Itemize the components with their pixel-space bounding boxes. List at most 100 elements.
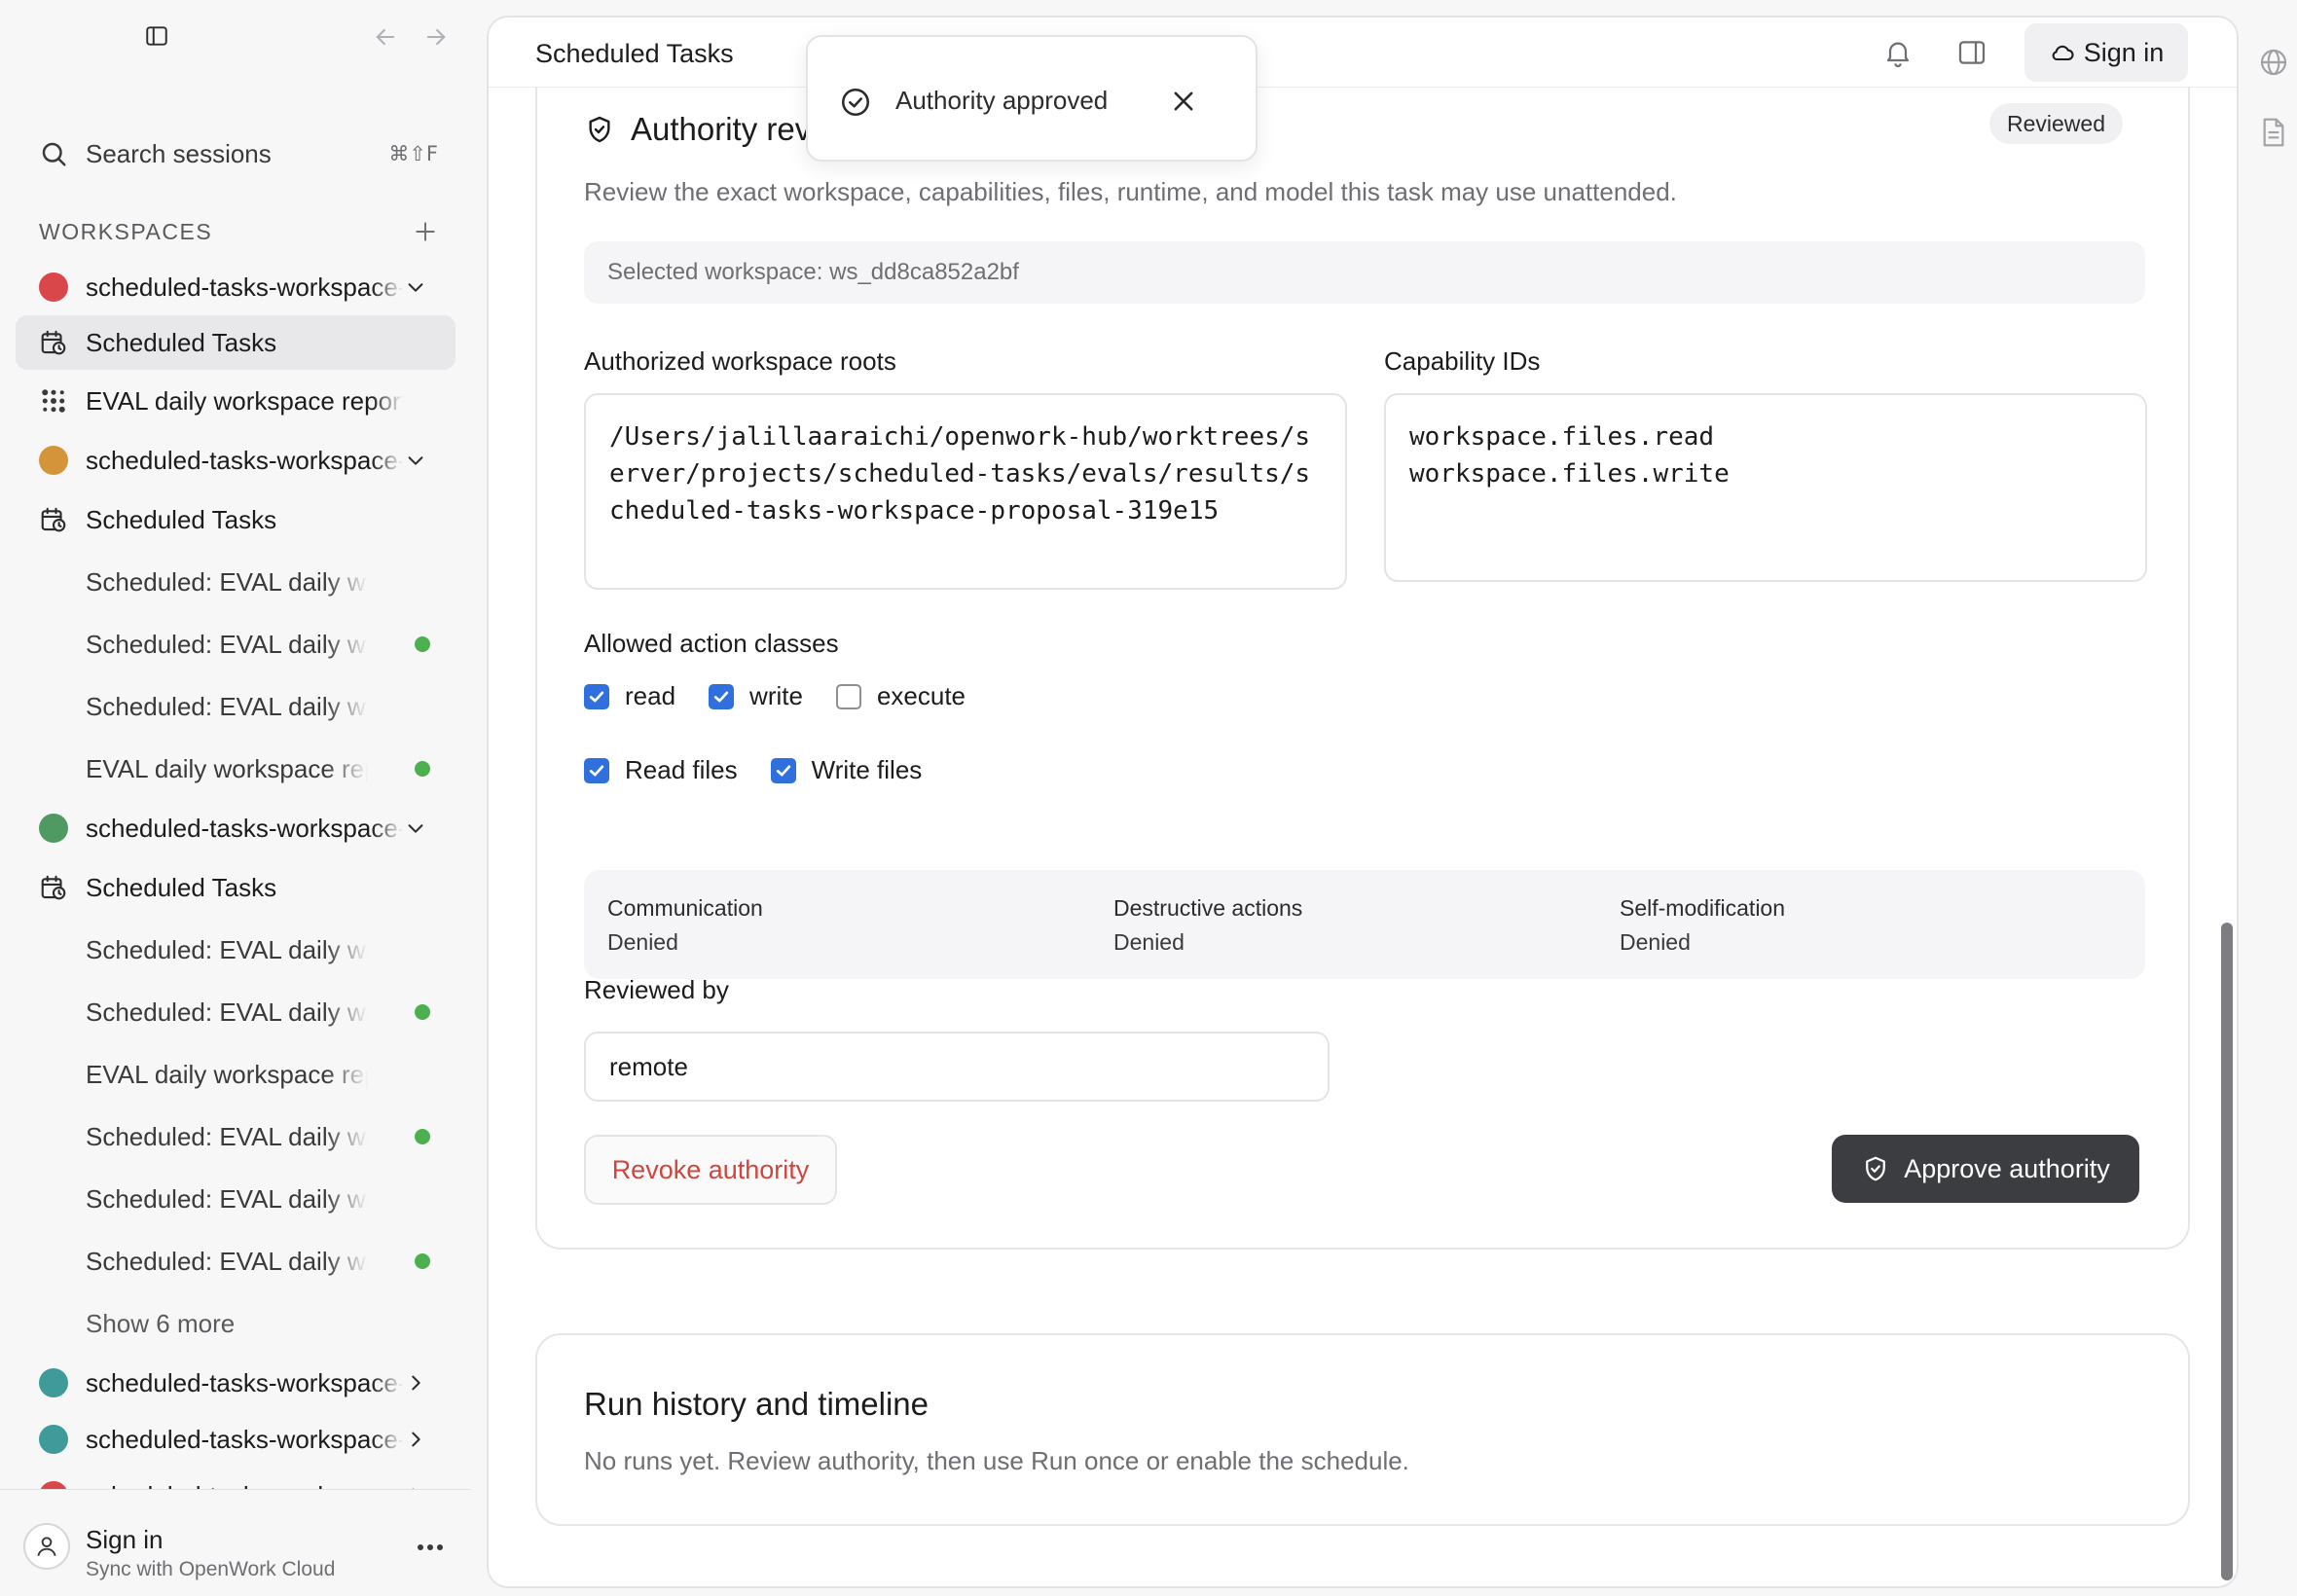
shield-check-icon [1866, 1156, 1886, 1181]
chevron-down-icon[interactable] [405, 450, 426, 471]
sign-in-button[interactable]: Sign in [2024, 23, 2188, 82]
sign-in-label: Sign in [2083, 37, 2165, 67]
sidebar-workspace-item[interactable]: scheduled-tasks-workspace-proposal [16, 800, 456, 856]
scrollbar-thumb[interactable] [2221, 923, 2233, 1580]
side-panel-icon[interactable] [1956, 37, 1987, 68]
checkbox-execute[interactable]: execute [835, 681, 966, 711]
sidebar-item-label: Scheduled: EVAL daily workspace report [86, 997, 368, 1027]
close-icon[interactable] [1170, 88, 1197, 115]
sidebar-item-scheduled-tasks[interactable]: Scheduled Tasks [16, 489, 456, 551]
reviewed-by-input[interactable]: remote [584, 1032, 1330, 1102]
sidebar: Search sessions ⌘⇧F WORKSPACES scheduled… [0, 0, 471, 1596]
run-history-description: No runs yet. Review authority, then use … [584, 1446, 1409, 1475]
sidebar-item-app[interactable]: EVAL daily workspace report [16, 370, 456, 432]
sidebar-workspace-item[interactable]: scheduled-tasks-workspace-proposal [16, 1411, 456, 1468]
sidebar-item-label: Scheduled: EVAL daily workspace report [86, 566, 368, 597]
capability-ids-field[interactable]: workspace.files.read workspace.files.wri… [1384, 393, 2147, 582]
sidebar-item-label: EVAL daily workspace report [86, 1059, 368, 1089]
approve-authority-button[interactable]: Approve authority [1832, 1135, 2139, 1203]
sidebar-item-label: scheduled-tasks-workspace-proposal [86, 272, 403, 302]
search-icon [42, 142, 66, 166]
sidebar-session-item[interactable]: Scheduled: EVAL daily workspace report [16, 1168, 456, 1230]
sidebar-session-item[interactable]: Scheduled: EVAL daily workspace report [16, 1230, 456, 1292]
chevron-right-icon[interactable] [405, 1372, 426, 1394]
workspace-roots-field[interactable]: /Users/jalillaaraichi/openwork-hub/workt… [584, 393, 1347, 590]
sidebar-item-scheduled-tasks[interactable]: Scheduled Tasks [16, 315, 456, 370]
sidebar-item-label: scheduled-tasks-workspace-proposal [86, 1367, 403, 1397]
denied-item-value: Denied [607, 929, 678, 955]
sidebar-item-label: scheduled-tasks-workspace-proposal [86, 1424, 403, 1454]
checkbox-label: execute [876, 681, 966, 710]
chevron-down-icon[interactable] [405, 276, 426, 298]
forward-arrow-icon[interactable] [422, 23, 450, 51]
sidebar-session-item[interactable]: Scheduled: EVAL daily workspace report [16, 1106, 456, 1168]
bell-icon[interactable] [1882, 37, 1914, 68]
sidebar-workspace-item[interactable]: scheduled-tasks-workspace-proposal [16, 1355, 456, 1411]
search-sessions-button[interactable]: Search sessions ⌘⇧F [39, 134, 438, 173]
sidebar-session-item[interactable]: Scheduled: EVAL daily workspace report [16, 675, 456, 738]
sidebar-item-label: Scheduled: EVAL daily workspace report [86, 1183, 368, 1214]
search-label: Search sessions [86, 138, 272, 168]
sidebar-item-label: EVAL daily workspace report [86, 385, 403, 416]
calendar-clock-icon [41, 507, 66, 532]
checkbox-unchecked-icon[interactable] [835, 683, 861, 709]
chevron-down-icon[interactable] [405, 817, 426, 839]
checkbox-label: Write files [811, 755, 923, 784]
denied-capabilities-panel: Communication Denied Destructive actions De… [584, 870, 2145, 979]
sidebar-workspace-item[interactable]: scheduled-tasks-workspace-proposal [16, 432, 456, 489]
add-workspace-icon[interactable] [413, 219, 438, 244]
check-circle-icon [841, 88, 870, 117]
search-shortcut: ⌘⇧F [388, 142, 438, 165]
sidebar-item-label: Scheduled Tasks [86, 872, 277, 902]
checkbox-checked-icon[interactable] [709, 683, 735, 709]
checkbox-checked-icon[interactable] [584, 757, 609, 783]
sidebar-workspace-item[interactable]: scheduled-tasks-workspace-proposal [16, 259, 456, 315]
sidebar-item-label: Scheduled: EVAL daily workspace report [86, 691, 368, 721]
sidebar-session-item[interactable]: Scheduled: EVAL daily workspace report [16, 981, 456, 1043]
selected-workspace: Selected workspace: ws_dd8ca852a2bf [584, 241, 2145, 304]
sidebar-session-item[interactable]: EVAL daily workspace report [16, 1043, 456, 1106]
show-more-button[interactable]: Show 6 more [16, 1292, 456, 1355]
sidebar-session-item[interactable]: Scheduled: EVAL daily workspace report [16, 551, 456, 613]
document-icon[interactable] [2260, 117, 2287, 148]
checkbox-write-files[interactable]: Write files [770, 755, 923, 785]
sidebar-item-label: EVAL daily workspace report [86, 753, 368, 783]
sidebar-footer[interactable]: Sign in Sync with OpenWork Cloud [0, 1489, 471, 1596]
status-dot [415, 636, 430, 652]
authority-review-card: Authority review Reviewed Review the exa… [535, 56, 2190, 1250]
sidebar-session-item[interactable]: Scheduled: EVAL daily workspace report [16, 919, 456, 981]
run-history-title: Run history and timeline [584, 1386, 930, 1422]
back-arrow-icon[interactable] [372, 23, 399, 51]
status-dot [415, 761, 430, 777]
revoke-authority-button[interactable]: Revoke authority [584, 1135, 837, 1205]
sidebar-item-scheduled-tasks[interactable]: Scheduled Tasks [16, 856, 456, 919]
action-classes-group: read write execute [584, 681, 999, 711]
globe-icon[interactable] [2258, 47, 2289, 78]
workspaces-title: WORKSPACES [39, 218, 213, 244]
workspace-color-dot [39, 272, 68, 302]
more-options-icon[interactable] [417, 1542, 444, 1552]
footer-subtitle: Sync with OpenWork Cloud [86, 1558, 336, 1580]
checkbox-checked-icon[interactable] [584, 683, 609, 709]
status-dot [415, 1004, 430, 1020]
checkbox-write[interactable]: write [709, 681, 803, 711]
checkbox-checked-icon[interactable] [770, 757, 796, 783]
top-bar: Scheduled Tasks Sign in [489, 18, 2237, 88]
sidebar-session-item[interactable]: EVAL daily workspace report [16, 738, 456, 800]
toast-notification: Authority approved [806, 35, 1258, 162]
chevron-right-icon[interactable] [405, 1429, 426, 1450]
sidebar-session-item[interactable]: Scheduled: EVAL daily workspace report [16, 613, 456, 675]
main-panel: Scheduled Tasks Sign in Authority review [487, 16, 2239, 1588]
sidebar-toggle-icon[interactable] [144, 23, 169, 49]
sidebar-item-label: scheduled-tasks-workspace-proposal [86, 445, 403, 475]
sidebar-item-label: Scheduled: EVAL daily workspace report [86, 629, 368, 659]
authority-description: Review the exact workspace, capabilities… [584, 177, 1677, 206]
capabilities-label: Capability IDs [1384, 346, 1541, 376]
denied-item: Communication Denied [607, 895, 763, 956]
calendar-clock-icon [41, 330, 66, 355]
checkbox-read[interactable]: read [584, 681, 675, 711]
denied-item-name: Communication [607, 895, 763, 921]
checkbox-read-files[interactable]: Read files [584, 755, 738, 785]
denied-item: Destructive actions Denied [1113, 895, 1302, 956]
app-window: Search sessions ⌘⇧F WORKSPACES scheduled… [0, 0, 2297, 1596]
